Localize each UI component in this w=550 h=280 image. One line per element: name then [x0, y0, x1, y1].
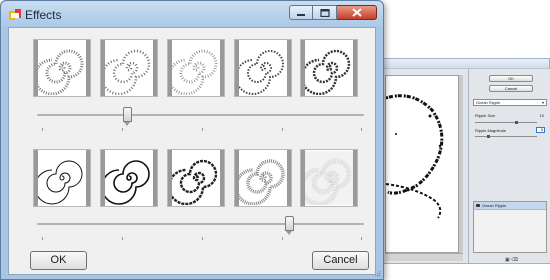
close-icon [351, 8, 362, 17]
effect-preview-7[interactable] [100, 149, 158, 207]
effect-preview-6[interactable] [33, 149, 91, 207]
spiral-preview-art [305, 49, 351, 95]
new-layer-icon[interactable]: ▣ ⌫ [505, 257, 518, 263]
slider-tick [122, 237, 123, 240]
slider-tick [361, 237, 362, 240]
slider-tick [202, 128, 203, 131]
slider-tick [361, 128, 362, 131]
background-horizontal-scrollbar[interactable] [385, 253, 463, 261]
close-button[interactable] [337, 5, 377, 20]
slider-tick [202, 237, 203, 240]
background-vertical-scrollbar[interactable] [459, 75, 463, 253]
dialog-client-area: OK Cancel [8, 27, 376, 275]
effects-dialog: Effects OK Cancel [0, 0, 384, 280]
ripple-size-label: Ripple Size [475, 113, 496, 118]
background-window-titlebar [371, 59, 549, 69]
background-cancel-button[interactable]: Cancel [489, 85, 533, 92]
caption-buttons [289, 5, 377, 21]
background-preview-canvas[interactable] [385, 75, 459, 253]
effect-layer-row[interactable]: Ocean Ripple [474, 202, 546, 210]
slider-tick [42, 237, 43, 240]
minimize-button[interactable] [289, 5, 313, 20]
maximize-button[interactable] [313, 5, 337, 20]
ripple-magnitude-slider[interactable] [475, 136, 537, 137]
effect-preview-2[interactable] [100, 39, 158, 97]
spiral-preview-art [105, 49, 151, 95]
effect-preview-5[interactable] [300, 39, 358, 97]
effect-layers-empty-area [474, 210, 546, 252]
slider-tick [42, 128, 43, 131]
chevron-down-icon: ▾ [541, 100, 544, 105]
spiral-preview-art [105, 160, 150, 205]
spiral-preview-art [239, 159, 285, 205]
app-icon [9, 9, 21, 20]
ripple-size-slider[interactable] [475, 122, 537, 123]
effect-preview-4[interactable] [234, 39, 292, 97]
filter-select-value: Ocean Ripple [476, 100, 501, 105]
effect-preview-9[interactable] [234, 149, 292, 207]
cancel-button[interactable]: Cancel [312, 251, 369, 270]
noise-preview-art [305, 151, 353, 205]
spiral-preview-art [172, 159, 218, 205]
ripple-size-slider-thumb[interactable] [515, 121, 518, 124]
spiral-preview-art [239, 50, 284, 95]
background-filter-panel: ◂ OK Cancel Ocean Ripple ▾ Ripple Size 1… [468, 69, 550, 263]
ripple-magnitude-slider-thumb[interactable] [487, 135, 490, 138]
slider-tick [122, 128, 123, 131]
spiral-preview-art [38, 160, 83, 205]
effect-preview-10[interactable] [300, 149, 358, 207]
title-bar[interactable]: Effects [1, 1, 383, 27]
ripple-preview-art [386, 94, 444, 219]
ok-button[interactable]: OK [30, 251, 87, 270]
filter-select[interactable]: Ocean Ripple ▾ [473, 99, 547, 106]
slider-tick [282, 237, 283, 240]
effect-preview-8[interactable] [167, 149, 225, 207]
effect-preview-1[interactable] [33, 39, 91, 97]
bottom-slider-thumb[interactable] [285, 216, 295, 235]
visibility-eye-icon[interactable] [476, 204, 480, 207]
background-filter-window: ◂ OK Cancel Ocean Ripple ▾ Ripple Size 1… [370, 58, 550, 264]
dialog-title: Effects [25, 8, 62, 22]
background-ok-button[interactable]: OK [489, 75, 533, 82]
spiral-preview-art [38, 49, 84, 95]
effect-layer-name: Ocean Ripple [482, 203, 507, 208]
ripple-magnitude-value[interactable]: 3 [536, 127, 545, 133]
bottom-slider-track[interactable] [37, 223, 364, 225]
effect-layers-list: Ocean Ripple [473, 201, 547, 253]
top-slider-thumb[interactable] [122, 107, 132, 126]
top-slider-track[interactable] [37, 114, 364, 116]
ripple-size-value[interactable]: 10 [540, 113, 544, 118]
effect-preview-3[interactable] [167, 39, 225, 97]
resize-grip-icon[interactable] [373, 269, 381, 277]
slider-tick [282, 128, 283, 131]
maximize-icon [319, 8, 330, 17]
minimize-icon [297, 13, 305, 16]
ripple-magnitude-label: Ripple Magnitude [475, 128, 507, 133]
spiral-preview-art [172, 49, 218, 95]
